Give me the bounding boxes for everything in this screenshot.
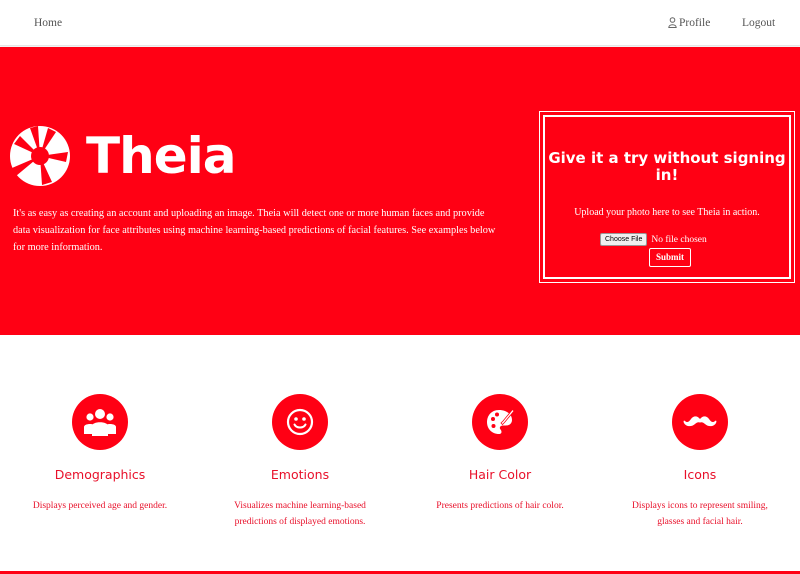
try-title: Give it a try without signing in!	[548, 149, 786, 184]
feature-emotions: Emotions Visualizes machine learning-bas…	[200, 394, 400, 530]
try-upload-box: Give it a try without signing in! Upload…	[539, 111, 795, 283]
nav-profile-label: Profile	[679, 17, 711, 29]
feature-icon-circle	[72, 394, 128, 450]
file-input[interactable]: Choose File No file chosen	[600, 233, 707, 246]
feature-icon-circle	[472, 394, 528, 450]
nav-logout-link[interactable]: Logout	[742, 16, 775, 30]
smiley-icon	[286, 408, 314, 436]
feature-title: Emotions	[270, 467, 330, 482]
try-subtitle: Upload your photo here to see Theia in a…	[574, 207, 760, 218]
feature-title: Icons	[683, 467, 717, 482]
navbar: Home Profile Logout	[0, 0, 800, 46]
aperture-logo-icon	[10, 126, 70, 186]
choose-file-button[interactable]: Choose File	[600, 233, 648, 246]
feature-icon-circle	[672, 394, 728, 450]
nav-profile-link[interactable]: Profile	[668, 16, 710, 30]
feature-description: Visualizes machine learning-based predic…	[234, 501, 366, 527]
feature-icons: Icons Displays icons to represent smilin…	[600, 394, 800, 530]
person-icon	[668, 17, 677, 28]
mustache-icon	[683, 416, 717, 427]
feature-title: Hair Color	[468, 467, 532, 482]
feature-description: Displays perceived age and gender.	[32, 501, 168, 511]
file-status-text: No file chosen	[651, 234, 707, 245]
nav-home-link[interactable]: Home	[34, 16, 62, 30]
feature-icon-circle	[272, 394, 328, 450]
feature-title: Demographics	[54, 467, 146, 482]
submit-button[interactable]: Submit	[649, 248, 692, 267]
feature-description: Presents predictions of hair color.	[436, 501, 564, 511]
feature-demographics: Demographics Displays perceived age and …	[0, 394, 200, 514]
users-icon	[84, 409, 116, 436]
palette-icon	[487, 408, 515, 434]
brand-logo: Theia	[8, 121, 236, 191]
feature-description: Displays icons to represent smiling, gla…	[632, 501, 768, 527]
feature-hair-color: Hair Color Presents predictions of hair …	[400, 394, 600, 514]
brand-name: Theia	[86, 127, 236, 185]
hero-description: It's as easy as creating an account and …	[13, 208, 496, 253]
